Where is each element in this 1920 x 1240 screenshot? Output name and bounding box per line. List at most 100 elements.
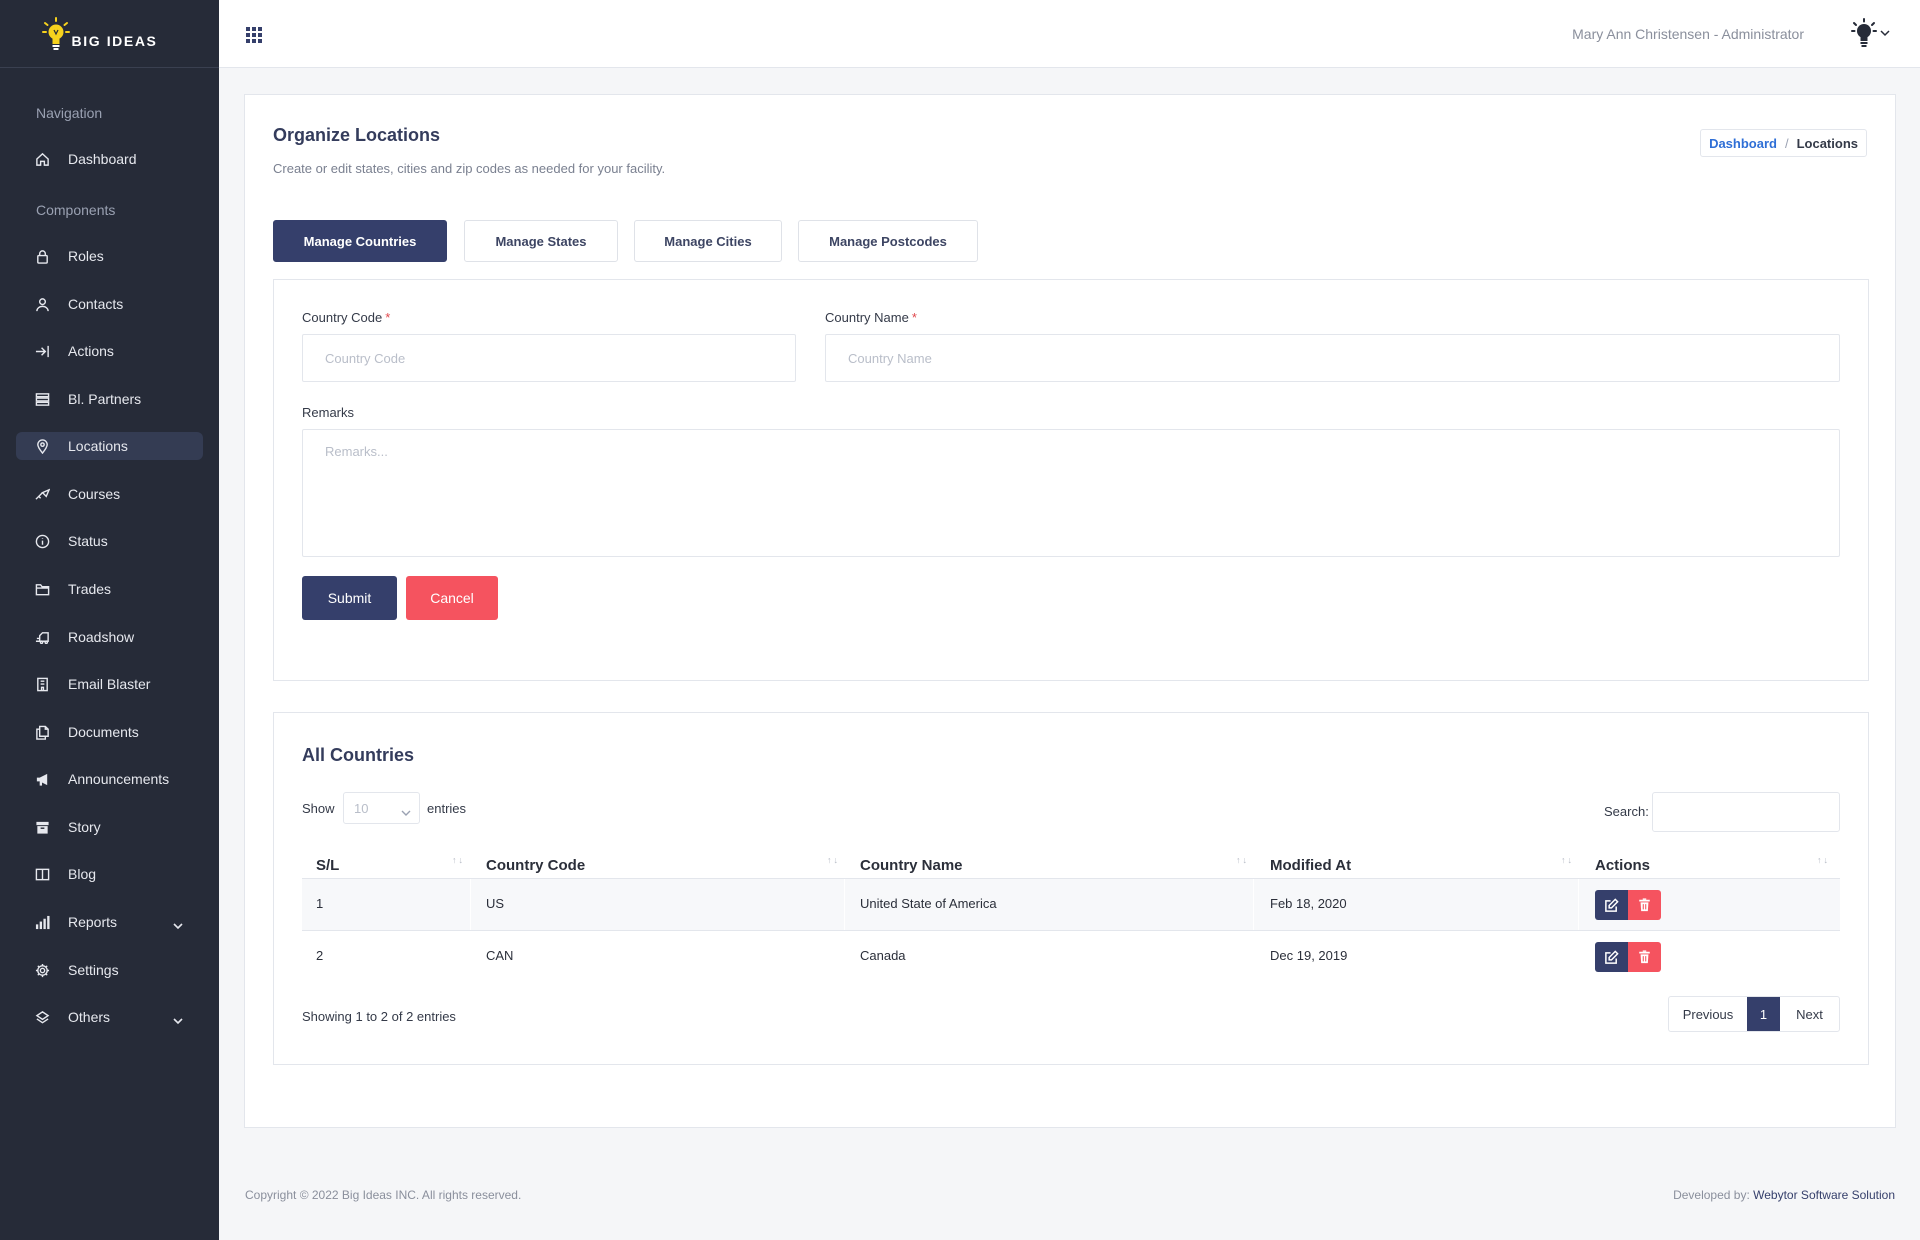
edit-button[interactable] [1595, 942, 1628, 972]
sidebar: BIG IDEAS Navigation Dashboard Component… [0, 0, 219, 1240]
sidebar-item-story[interactable]: Story [16, 813, 203, 841]
column-header-modified-at[interactable]: Modified At [1270, 857, 1351, 874]
sidebar-item-locations[interactable]: Locations [16, 432, 203, 460]
developed-by-label: Developed by: [1673, 1188, 1750, 1202]
edit-button[interactable] [1595, 890, 1628, 920]
sidebar-item-label: Bl. Partners [68, 391, 142, 407]
table-info: Showing 1 to 2 of 2 entries [302, 1009, 456, 1024]
developer-link[interactable]: Webytor Software Solution [1753, 1188, 1895, 1202]
column-header-actions[interactable]: Actions [1595, 857, 1650, 874]
tab-manage-postcodes[interactable]: Manage Postcodes [798, 220, 978, 262]
delete-button[interactable] [1628, 942, 1661, 972]
edit-icon [1605, 897, 1619, 912]
sidebar-item-courses[interactable]: Courses [16, 480, 203, 508]
brand-logo-area: BIG IDEAS [0, 0, 219, 68]
sidebar-item-blog[interactable]: Blog [16, 860, 203, 888]
remarks-label: Remarks [302, 405, 355, 420]
cancel-button[interactable]: Cancel [406, 576, 498, 620]
trash-icon [1639, 898, 1650, 912]
sort-icon[interactable]: ↑↓ [1561, 855, 1574, 865]
country-form: Country Code * Country Code Country Name *… [273, 279, 1869, 681]
megaphone-icon [34, 771, 50, 787]
sidebar-item-email-blaster[interactable]: Email Blaster [16, 670, 203, 698]
column-header-country-name[interactable]: Country Name [860, 857, 963, 874]
country-name-label: Country Name * [825, 310, 917, 325]
page-size-select[interactable]: 10 [343, 792, 420, 824]
sidebar-item-settings[interactable]: Settings [16, 956, 203, 984]
show-label: Show [302, 801, 335, 816]
graduation-icon [34, 486, 50, 502]
bar-chart-icon [34, 914, 50, 930]
table-row: 2 CAN Canada Dec 19, 2019 [302, 930, 1840, 982]
remarks-textarea[interactable]: Remarks... [302, 429, 1840, 557]
chevron-down-icon [1880, 29, 1890, 36]
developer-credit: Developed by: Webytor Software Solution [1673, 1188, 1895, 1202]
cell-sl: 2 [316, 948, 324, 963]
submit-button[interactable]: Submit [302, 576, 397, 620]
sidebar-item-label: Actions [68, 343, 114, 359]
sidebar-item-documents[interactable]: Documents [16, 718, 203, 746]
column-header-sl[interactable]: S/L [316, 857, 339, 874]
sidebar-item-label: Reports [68, 914, 118, 930]
map-pin-icon [34, 438, 50, 454]
sort-icon[interactable]: ↑↓ [1236, 855, 1249, 865]
user-name[interactable]: Mary Ann Christensen - Administrator [1572, 26, 1804, 42]
sidebar-item-label: Locations [68, 438, 128, 454]
chevron-down-icon [401, 805, 411, 820]
country-code-label: Country Code * [302, 310, 390, 325]
tab-manage-countries[interactable]: Manage Countries [273, 220, 447, 262]
pagination-page-1[interactable]: 1 [1747, 997, 1780, 1031]
sidebar-item-reports[interactable]: Reports [16, 908, 203, 936]
remarks-placeholder: Remarks... [325, 444, 388, 459]
country-code-input[interactable]: Country Code [302, 334, 796, 382]
country-name-input[interactable]: Country Name [825, 334, 1840, 382]
pagination-next[interactable]: Next [1780, 997, 1839, 1031]
pagination-previous[interactable]: Previous [1669, 997, 1747, 1031]
sort-icon[interactable]: ↑↓ [452, 855, 465, 865]
sidebar-item-label: Status [68, 533, 108, 549]
sort-icon[interactable]: ↑↓ [1817, 855, 1830, 865]
search-input[interactable] [1652, 792, 1840, 832]
tab-manage-cities[interactable]: Manage Cities [634, 220, 782, 262]
breadcrumb-current: Locations [1796, 135, 1858, 151]
user-avatar-menu[interactable] [1850, 18, 1890, 48]
chevron-down-icon [173, 1012, 183, 1028]
country-name-label-text: Country Name [825, 310, 909, 325]
sidebar-item-label: Announcements [68, 771, 170, 787]
breadcrumb-dashboard-link[interactable]: Dashboard [1709, 136, 1777, 151]
column-header-country-code[interactable]: Country Code [486, 857, 585, 874]
search-label: Search: [1604, 804, 1649, 819]
gear-icon [34, 962, 50, 978]
lightbulb-avatar-icon [1851, 18, 1877, 47]
sidebar-item-roadshow[interactable]: Roadshow [16, 623, 203, 651]
sidebar-item-label: Contacts [68, 296, 124, 312]
sidebar-item-actions[interactable]: Actions [16, 337, 203, 365]
sidebar-item-announcements[interactable]: Announcements [16, 765, 203, 793]
sort-icon[interactable]: ↑↓ [827, 855, 840, 865]
cell-sl: 1 [316, 896, 324, 911]
delete-button[interactable] [1628, 890, 1661, 920]
server-icon [34, 391, 50, 407]
trash-icon [1639, 950, 1650, 964]
sidebar-item-trades[interactable]: Trades [16, 575, 203, 603]
sidebar-item-others[interactable]: Others [16, 1003, 203, 1031]
sidebar-item-label: Settings [68, 962, 119, 978]
sidebar-item-status[interactable]: Status [16, 527, 203, 555]
sidebar-item-bl-partners[interactable]: Bl. Partners [16, 385, 203, 413]
sidebar-item-roles[interactable]: Roles [16, 242, 203, 270]
sidebar-item-label: Email Blaster [68, 676, 151, 692]
cell-country-name: United State of America [860, 896, 997, 911]
apps-grid-icon[interactable] [246, 27, 262, 46]
copyright-text: Copyright © 2022 Big Ideas INC. All righ… [245, 1188, 522, 1202]
pagination: Previous 1 Next [1668, 996, 1840, 1032]
page-subtitle: Create or edit states, cities and zip co… [273, 161, 666, 176]
arrow-right-bar-icon [34, 343, 50, 359]
sidebar-item-dashboard[interactable]: Dashboard [16, 145, 203, 173]
column-separator [470, 879, 471, 930]
tab-manage-states[interactable]: Manage States [464, 220, 618, 262]
page-size-value: 10 [354, 800, 369, 816]
book-icon [34, 866, 50, 882]
brand-logo[interactable]: BIG IDEAS [41, 16, 158, 51]
sidebar-item-contacts[interactable]: Contacts [16, 290, 203, 318]
breadcrumb: Dashboard / Locations [1700, 129, 1867, 157]
